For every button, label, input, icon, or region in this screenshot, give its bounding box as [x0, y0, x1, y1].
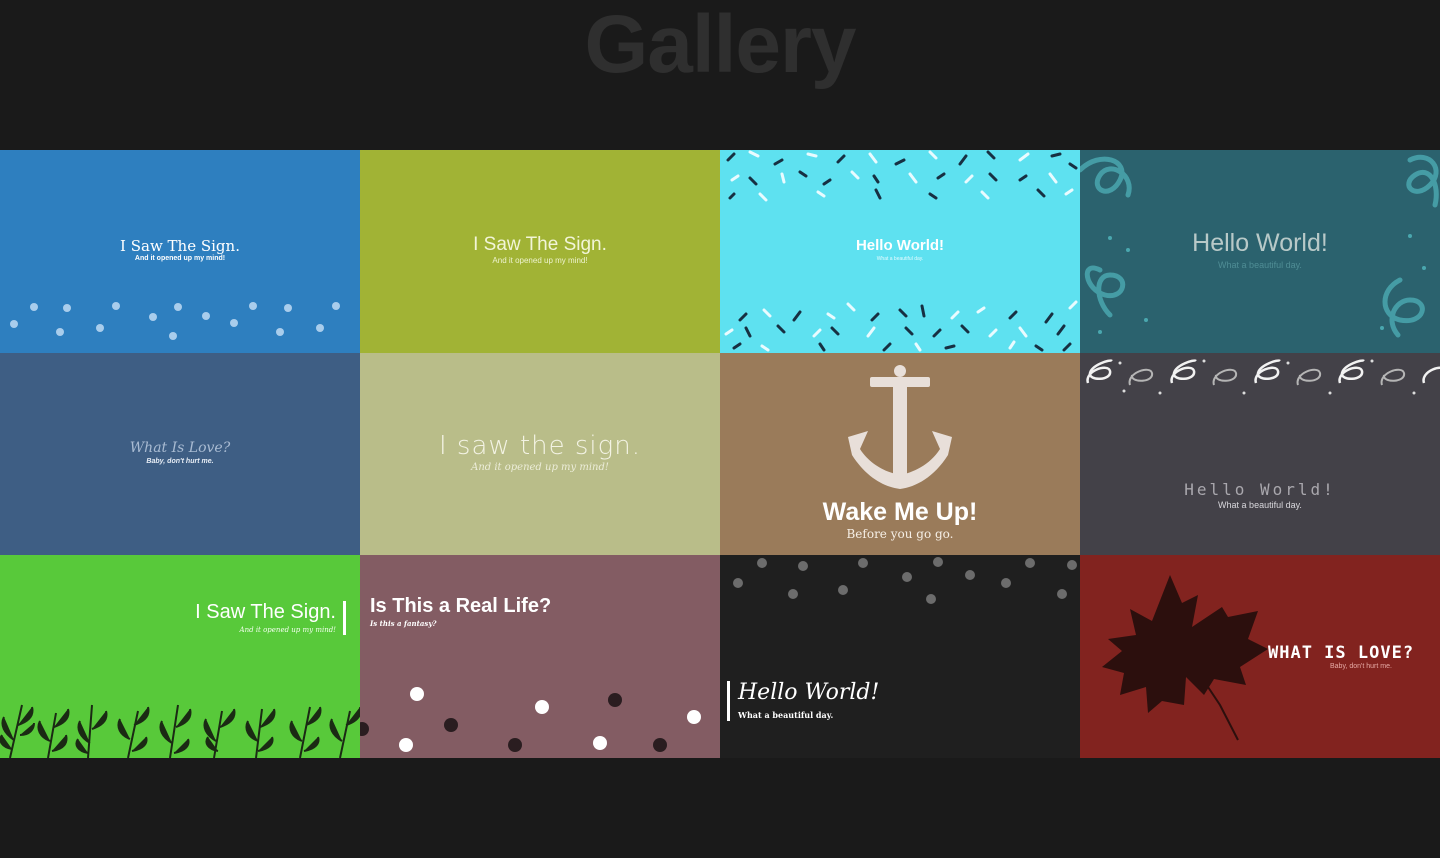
- card-title: I saw the sign.: [439, 431, 641, 461]
- gallery-card-1[interactable]: I Saw The Sign. And it opened up my mind…: [0, 150, 360, 353]
- card-subtitle: What a beautiful day.: [738, 710, 834, 720]
- gallery-card-3[interactable]: Hello World! What a beautiful day.: [720, 150, 1080, 353]
- card-subtitle: And it opened up my mind!: [134, 255, 226, 262]
- card-subtitle: And it opened up my mind!: [471, 462, 609, 473]
- accent-bar: [343, 601, 346, 635]
- card-subtitle: Is this a fantasy?: [370, 619, 437, 628]
- card-title: I Saw The Sign.: [473, 234, 607, 255]
- gallery-card-9[interactable]: I Saw The Sign. And it opened up my mind…: [0, 555, 360, 758]
- card-subtitle: Baby, don't hurt me.: [1330, 663, 1392, 670]
- dots-pattern: [733, 557, 1077, 604]
- card-title: WHAT IS LOVE?: [1268, 643, 1415, 663]
- card-title: Wake Me Up!: [822, 498, 978, 526]
- leaf-pattern: [0, 704, 360, 758]
- card-subtitle: Before you go go.: [846, 527, 954, 541]
- card-title: Hello World!: [738, 680, 880, 705]
- card-subtitle: What a beautiful day.: [1218, 260, 1302, 270]
- card-subtitle: And it opened up my mind!: [239, 626, 336, 634]
- gallery-card-5[interactable]: What Is Love? Baby, don't hurt me.: [0, 353, 360, 555]
- accent-bar: [727, 681, 730, 721]
- dots-pattern: [360, 687, 701, 752]
- gallery-card-2[interactable]: I Saw The Sign. And it opened up my mind…: [360, 150, 720, 353]
- card-title: Hello World!: [1192, 229, 1328, 257]
- gallery-card-11[interactable]: Hello World! What a beautiful day.: [720, 555, 1080, 758]
- card-subtitle: Baby, don't hurt me.: [146, 458, 214, 465]
- card-title: I Saw The Sign.: [120, 237, 240, 255]
- card-title: Hello World!: [855, 237, 945, 254]
- spiral-border-pattern: [1086, 359, 1440, 395]
- header: Gallery: [0, 0, 1440, 150]
- card-title: Hello World!: [1184, 480, 1336, 499]
- card-title: I Saw The Sign.: [195, 601, 336, 623]
- card-subtitle: And it opened up my mind!: [492, 256, 588, 265]
- card-title: Is This a Real Life?: [370, 595, 552, 617]
- gallery-card-7[interactable]: Wake Me Up! Before you go go.: [720, 353, 1080, 555]
- gallery-grid: I Saw The Sign. And it opened up my mind…: [0, 150, 1440, 758]
- card-subtitle: What a beautiful day.: [876, 256, 924, 262]
- gallery-card-6[interactable]: I saw the sign. And it opened up my mind…: [360, 353, 720, 555]
- card-subtitle: What a beautiful day.: [1218, 500, 1302, 510]
- page-title: Gallery: [584, 0, 856, 90]
- gallery-card-8[interactable]: Hello World! What a beautiful day.: [1080, 353, 1440, 555]
- gallery-card-4[interactable]: Hello World! What a beautiful day.: [1080, 150, 1440, 353]
- gallery-card-12[interactable]: WHAT IS LOVE? Baby, don't hurt me.: [1080, 555, 1440, 758]
- gallery-card-10[interactable]: Is This a Real Life? Is this a fantasy?: [360, 555, 720, 758]
- card-title: What Is Love?: [129, 440, 231, 456]
